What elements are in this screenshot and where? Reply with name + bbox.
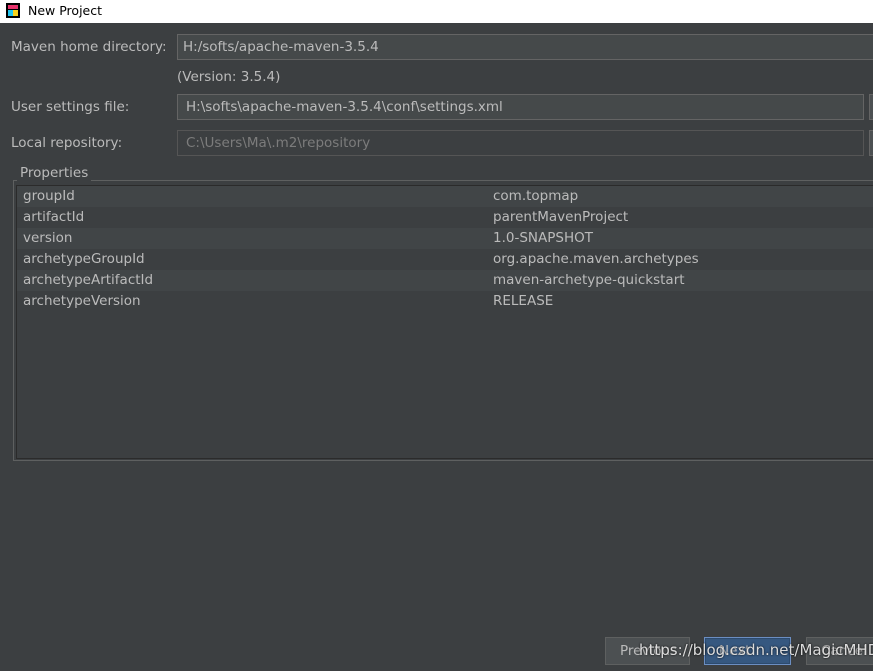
table-row[interactable]: artifactId parentMavenProject: [17, 207, 873, 228]
property-value[interactable]: org.apache.maven.archetypes: [493, 249, 699, 270]
properties-title: Properties: [17, 165, 92, 181]
maven-version-text: (Version: 3.5.4): [177, 69, 281, 85]
property-key: archetypeArtifactId: [23, 272, 154, 288]
watermark-text: https://blog.csdn.net/MagicMHD: [639, 641, 873, 659]
property-key: archetypeVersion: [23, 293, 141, 309]
local-repository-override-checkbox[interactable]: [869, 130, 873, 156]
property-key: archetypeGroupId: [23, 251, 145, 267]
property-value[interactable]: RELEASE: [493, 291, 553, 312]
title-bar: New Project: [0, 0, 873, 23]
property-value[interactable]: 1.0-SNAPSHOT: [493, 228, 593, 249]
property-key: artifactId: [23, 209, 85, 225]
property-key: version: [23, 230, 73, 246]
user-settings-label: User settings file:: [11, 99, 130, 115]
property-value[interactable]: com.topmap: [493, 186, 578, 207]
user-settings-override-checkbox[interactable]: [869, 94, 873, 120]
table-row[interactable]: version 1.0-SNAPSHOT: [17, 228, 873, 249]
table-row[interactable]: archetypeGroupId org.apache.maven.archet…: [17, 249, 873, 270]
local-repository-label: Local repository:: [11, 135, 123, 151]
local-repository-input[interactable]: C:\Users\Ma\.m2\repository: [177, 130, 864, 156]
property-key: groupId: [23, 188, 75, 204]
maven-home-input[interactable]: H:/softs/apache-maven-3.5.4: [177, 34, 873, 60]
table-row[interactable]: archetypeArtifactId maven-archetype-quic…: [17, 270, 873, 291]
window-title: New Project: [28, 3, 103, 18]
intellij-app-icon: [6, 3, 20, 18]
maven-home-label: Maven home directory:: [11, 39, 167, 55]
table-row[interactable]: archetypeVersion RELEASE: [17, 291, 873, 312]
properties-table[interactable]: groupId com.topmap artifactId parentMave…: [16, 185, 873, 459]
table-row[interactable]: groupId com.topmap: [17, 186, 873, 207]
property-value[interactable]: maven-archetype-quickstart: [493, 270, 685, 291]
property-value[interactable]: parentMavenProject: [493, 207, 628, 228]
user-settings-input[interactable]: H:\softs\apache-maven-3.5.4\conf\setting…: [177, 94, 864, 120]
